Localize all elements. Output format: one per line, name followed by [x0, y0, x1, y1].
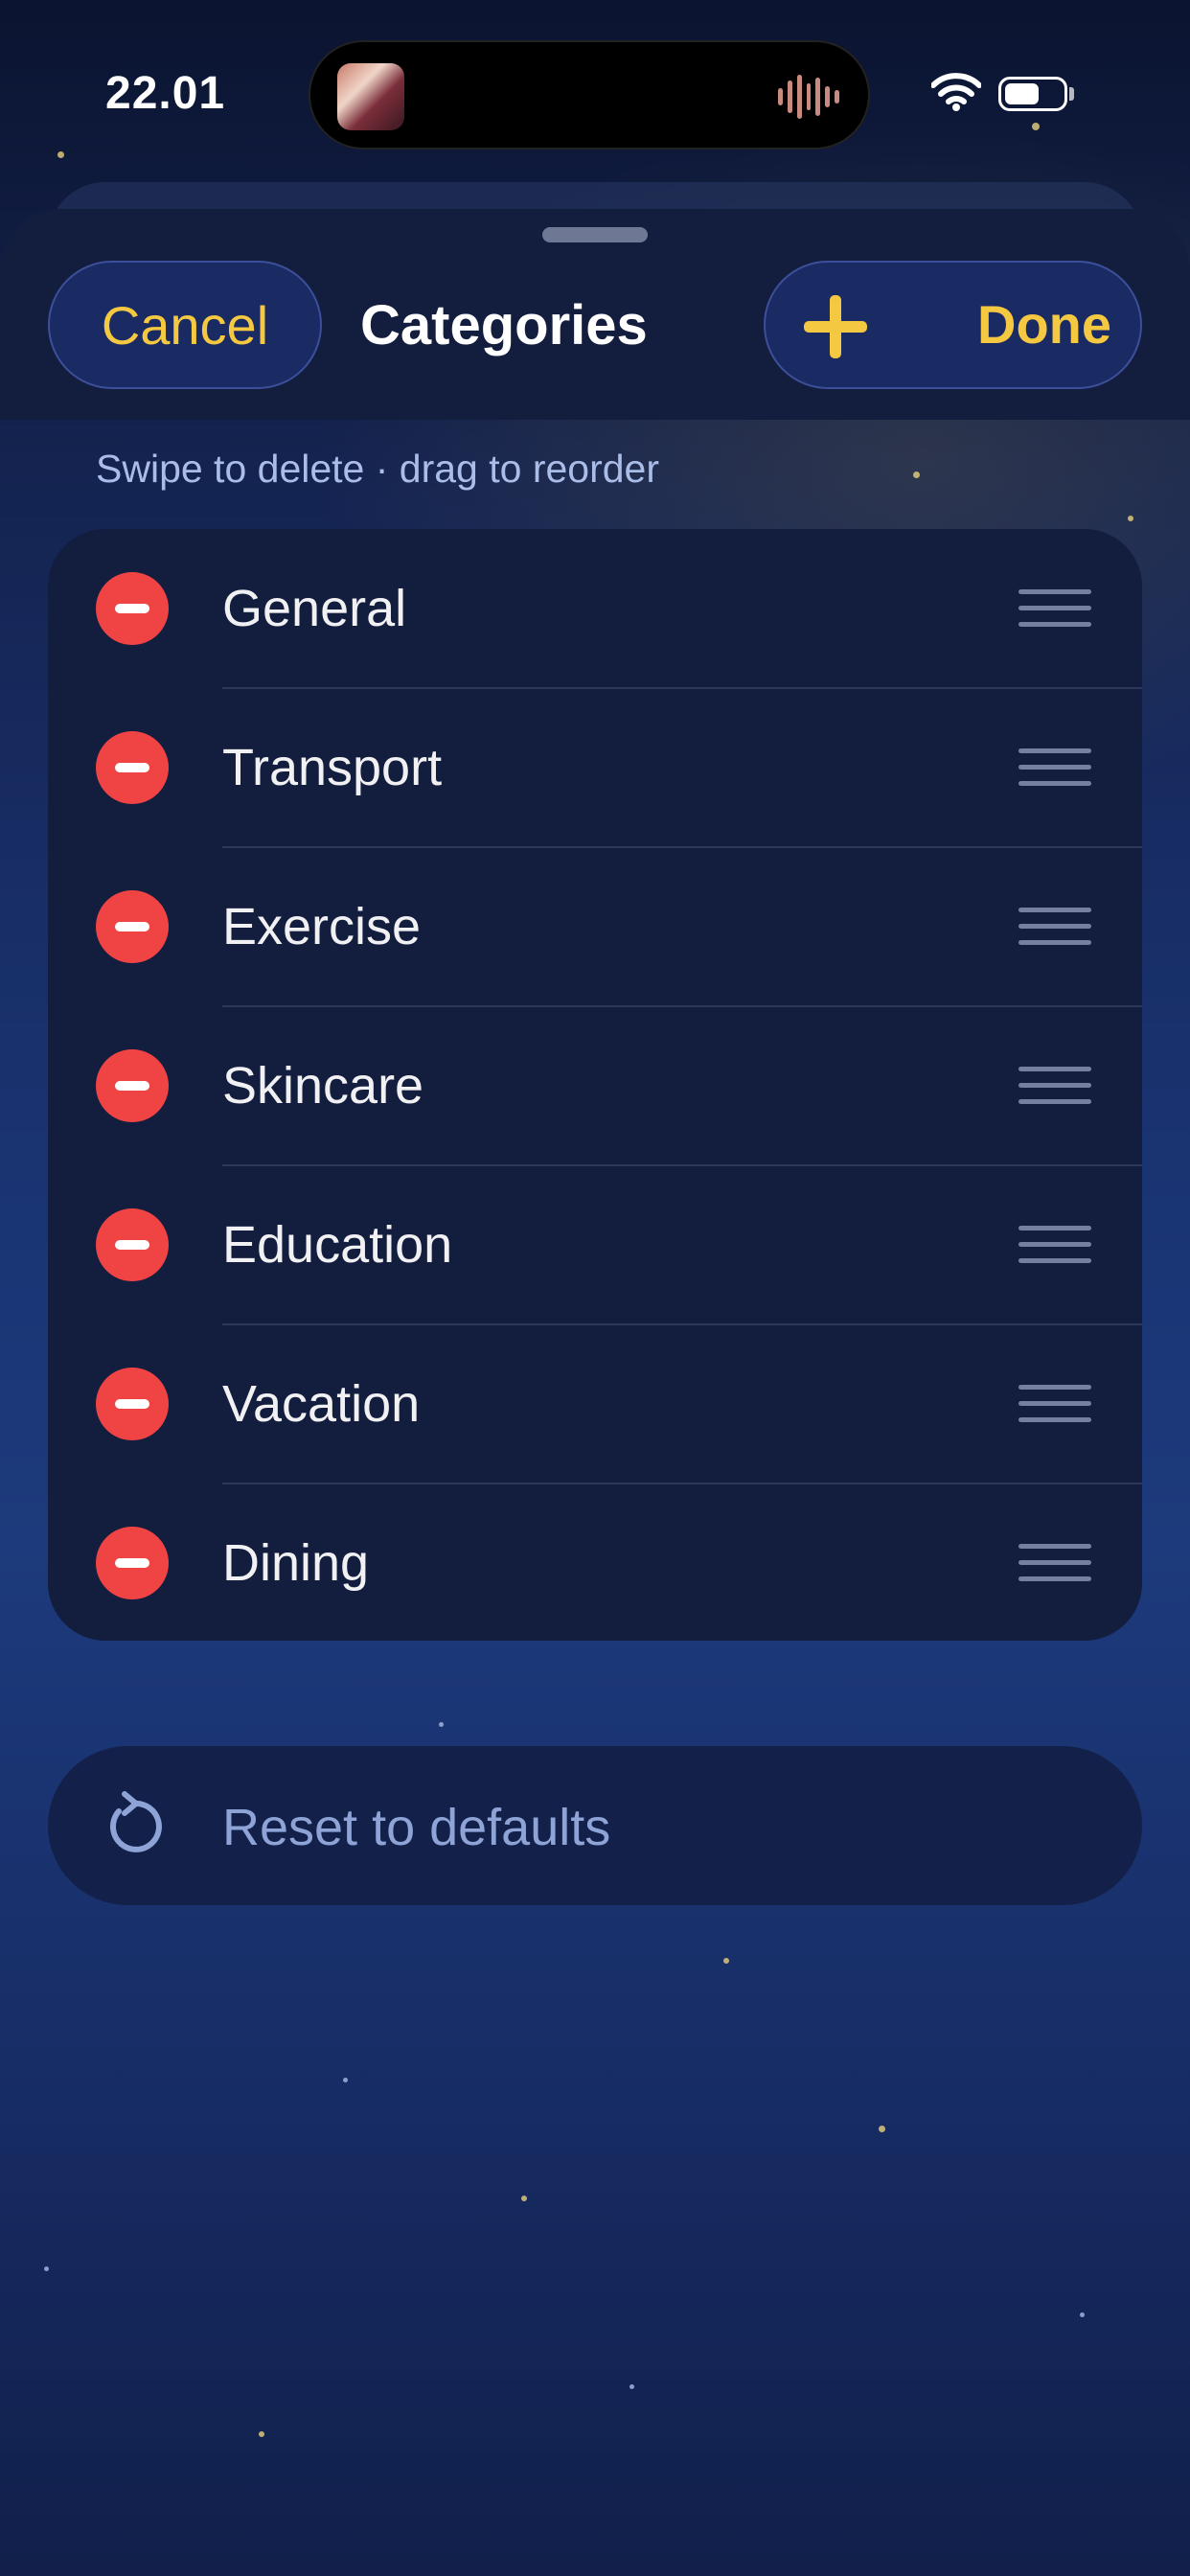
dynamic-island[interactable]	[309, 40, 870, 150]
cancel-label: Cancel	[101, 294, 269, 356]
star-decoration	[57, 151, 64, 158]
star-decoration	[1032, 123, 1040, 130]
reset-to-defaults-button[interactable]: Reset to defaults	[48, 1746, 1142, 1905]
list-item[interactable]: Transport	[48, 688, 1142, 847]
star-decoration	[629, 2384, 634, 2389]
category-list: General Transport Exercise Skincare Educ…	[48, 529, 1142, 1641]
done-button[interactable]: Done	[977, 293, 1111, 356]
star-decoration	[1128, 516, 1133, 521]
star-decoration	[259, 2431, 264, 2437]
battery-icon	[998, 77, 1067, 111]
star-decoration	[913, 472, 920, 478]
star-decoration	[723, 1958, 729, 1964]
delete-icon[interactable]	[96, 1208, 169, 1281]
list-item[interactable]: Skincare	[48, 1006, 1142, 1165]
star-decoration	[521, 2196, 527, 2201]
category-label: General	[222, 580, 407, 637]
battery-tip	[1069, 87, 1074, 101]
category-label: Skincare	[222, 1057, 424, 1115]
reset-label: Reset to defaults	[222, 1799, 611, 1856]
reset-arrow-icon	[109, 1791, 162, 1852]
category-label: Education	[222, 1216, 453, 1274]
list-item[interactable]: Education	[48, 1165, 1142, 1324]
status-time: 22.01	[105, 68, 226, 119]
drag-handle-icon[interactable]	[1018, 748, 1091, 787]
list-item[interactable]: Dining	[48, 1484, 1142, 1643]
list-item[interactable]: General	[48, 529, 1142, 688]
category-label: Vacation	[222, 1375, 421, 1433]
star-decoration	[343, 2078, 348, 2082]
drag-handle-icon[interactable]	[1018, 589, 1091, 628]
delete-icon[interactable]	[96, 890, 169, 963]
drag-handle-icon[interactable]	[1018, 1544, 1091, 1582]
list-item[interactable]: Vacation	[48, 1324, 1142, 1484]
star-decoration	[879, 2126, 885, 2132]
star-decoration	[1080, 2312, 1085, 2317]
header-actions-group: Done	[764, 261, 1142, 389]
delete-icon[interactable]	[96, 1049, 169, 1122]
drag-handle-icon[interactable]	[1018, 1067, 1091, 1105]
plus-icon[interactable]	[804, 295, 867, 358]
now-playing-artwork	[337, 63, 404, 130]
instruction-hint: Swipe to delete · drag to reorder	[96, 447, 659, 491]
drag-handle-icon[interactable]	[1018, 908, 1091, 946]
wifi-icon	[931, 73, 981, 111]
drag-handle-icon[interactable]	[1018, 1385, 1091, 1423]
star-decoration	[44, 2266, 49, 2271]
delete-icon[interactable]	[96, 1527, 169, 1599]
drag-handle-icon[interactable]	[1018, 1226, 1091, 1264]
category-label: Exercise	[222, 898, 422, 955]
category-label: Dining	[222, 1534, 370, 1592]
delete-icon[interactable]	[96, 731, 169, 804]
cancel-button[interactable]: Cancel	[48, 261, 322, 389]
battery-level	[1005, 83, 1039, 104]
delete-icon[interactable]	[96, 572, 169, 645]
audio-waveform-icon	[778, 75, 840, 119]
list-item[interactable]: Exercise	[48, 847, 1142, 1006]
category-label: Transport	[222, 739, 443, 796]
page-title: Categories	[360, 294, 648, 356]
sheet-grabber[interactable]	[542, 227, 648, 242]
delete-icon[interactable]	[96, 1368, 169, 1440]
star-decoration	[439, 1722, 444, 1727]
